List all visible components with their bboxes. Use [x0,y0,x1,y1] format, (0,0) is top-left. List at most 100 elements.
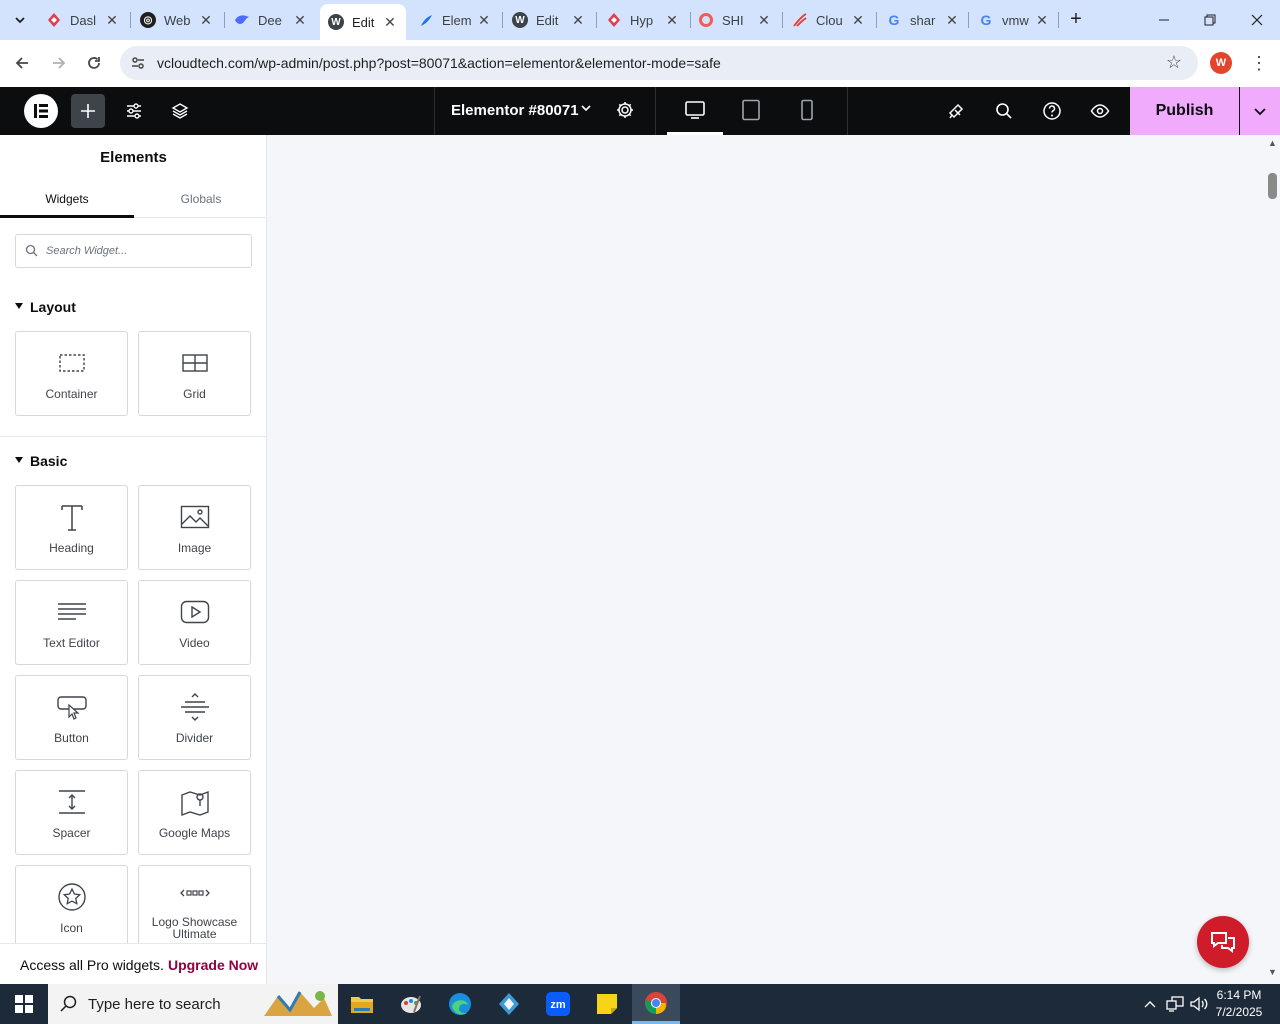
close-tab-icon[interactable]: ✕ [104,12,120,29]
close-tab-icon[interactable]: ✕ [198,12,214,29]
app-diamond-icon[interactable] [485,984,533,1024]
category-divider [0,436,266,437]
close-tab-icon[interactable]: ✕ [756,12,772,29]
widget-icon[interactable]: Icon [15,865,128,950]
restore-button[interactable] [1187,0,1233,40]
browser-tab[interactable]: Dasl ✕ [38,4,128,36]
close-window-button[interactable] [1234,0,1280,40]
sticky-notes-icon[interactable] [583,984,631,1024]
system-clock[interactable]: 6:14 PM 7/2/2025 [1206,987,1272,1021]
widget-button[interactable]: Button [15,675,128,760]
back-button[interactable] [9,50,35,76]
publish-button[interactable]: Publish [1130,87,1239,135]
widget-grid[interactable]: Grid [138,331,251,416]
minimize-button[interactable] [1141,0,1187,40]
search-icon [60,995,78,1018]
close-tab-icon[interactable]: ✕ [292,12,308,29]
browser-tab[interactable]: ◎ Web ✕ [132,4,222,36]
tablet-device-icon[interactable] [740,99,762,126]
close-tab-icon[interactable]: ✕ [476,12,492,29]
address-bar[interactable]: vcloudtech.com/wp-admin/post.php?post=80… [120,46,1198,80]
browser-tab[interactable]: G shar ✕ [878,4,968,36]
chrome-icon[interactable] [632,984,680,1024]
scrollbar-thumb[interactable] [1268,173,1277,199]
preview-button[interactable] [1083,94,1117,128]
widget-image[interactable]: Image [138,485,251,570]
browser-tab[interactable]: G vmw ✕ [970,4,1058,36]
tab-widgets[interactable]: Widgets [0,181,134,218]
close-tab-icon[interactable]: ✕ [570,12,586,29]
container-icon [16,346,127,380]
browser-tab[interactable]: Elem ✕ [410,4,500,36]
start-button[interactable] [0,984,48,1024]
publish-options-button[interactable] [1240,87,1280,135]
upgrade-now-link[interactable]: Upgrade Now [168,957,258,973]
chat-support-button[interactable] [1197,916,1249,968]
site-info-icon[interactable] [130,55,146,71]
browser-tab[interactable]: Hyp ✕ [598,4,688,36]
tab-search-button[interactable] [6,6,34,34]
widget-label: Heading [49,541,94,555]
reload-button[interactable] [81,50,107,76]
search-icon [25,244,38,262]
browser-tab[interactable]: SHI ✕ [690,4,780,36]
chevron-down-icon[interactable] [579,101,593,120]
help-button[interactable] [1035,94,1069,128]
taskbar-search-box[interactable]: Type here to search [48,984,338,1024]
browser-tab[interactable]: Clou ✕ [784,4,874,36]
mobile-device-icon[interactable] [796,99,818,126]
close-tab-icon[interactable]: ✕ [944,12,960,29]
search-icon [996,103,1012,119]
scroll-up-icon[interactable]: ▲ [1268,138,1277,148]
add-element-button[interactable] [71,94,105,128]
zoom-icon[interactable]: zm [534,984,582,1024]
widget-spacer[interactable]: Spacer [15,770,128,855]
search-input[interactable] [46,242,241,260]
widget-google-maps[interactable]: Google Maps [138,770,251,855]
show-hidden-icons-icon[interactable] [1140,984,1160,1024]
profile-avatar[interactable]: W [1210,52,1232,74]
widget-label: Image [177,541,212,555]
tab-title: SHI [722,12,744,28]
browser-menu-icon[interactable]: ⋮ [1250,52,1268,74]
close-tab-icon[interactable]: ✕ [850,12,866,29]
editor-canvas[interactable] [267,135,1265,984]
scroll-down-icon[interactable]: ▼ [1268,967,1277,977]
close-tab-icon[interactable]: ✕ [1034,12,1050,29]
widget-logo-showcase-ultimate[interactable]: Logo Showcase Ultimate [138,865,251,950]
widget-heading[interactable]: Heading [15,485,128,570]
pro-promo-bar: Access all Pro widgets. Upgrade Now [0,943,266,984]
edge-icon[interactable] [436,984,484,1024]
site-settings-button[interactable] [117,94,151,128]
browser-tab[interactable]: W Edit ✕ [504,4,594,36]
close-tab-icon[interactable]: ✕ [382,14,398,31]
close-tab-icon[interactable]: ✕ [664,12,680,29]
structure-button[interactable] [163,94,197,128]
tab-globals[interactable]: Globals [134,181,266,218]
browser-tab-active[interactable]: W Edit ✕ [320,4,406,40]
browser-tab[interactable]: Dee ✕ [226,4,316,36]
bookmark-star-icon[interactable]: ☆ [1166,52,1182,73]
category-header-basic[interactable]: Basic [15,453,67,469]
category-header-layout[interactable]: Layout [15,299,76,315]
canvas-scrollbar[interactable]: ▲ ▼ [1265,135,1280,984]
widget-container[interactable]: Container [15,331,128,416]
whats-new-button[interactable] [939,94,973,128]
tab-title: Edit [536,12,559,28]
forward-button[interactable] [46,50,72,76]
gear-icon[interactable] [615,100,635,125]
widget-search[interactable] [15,234,252,268]
desktop-device-icon[interactable] [684,99,706,126]
widget-text-editor[interactable]: Text Editor [15,580,128,665]
file-explorer-icon[interactable] [338,984,386,1024]
widget-video[interactable]: Video [138,580,251,665]
new-tab-button[interactable]: + [1064,8,1088,32]
finder-button[interactable] [987,94,1021,128]
network-icon[interactable] [1163,984,1187,1024]
paint-icon[interactable] [387,984,435,1024]
document-title[interactable]: Elementor #80071 [451,102,579,119]
shi-ring-icon [698,12,714,28]
widget-label: Grid [183,387,206,401]
widget-divider[interactable]: Divider [138,675,251,760]
elementor-logo-button[interactable] [24,94,58,128]
